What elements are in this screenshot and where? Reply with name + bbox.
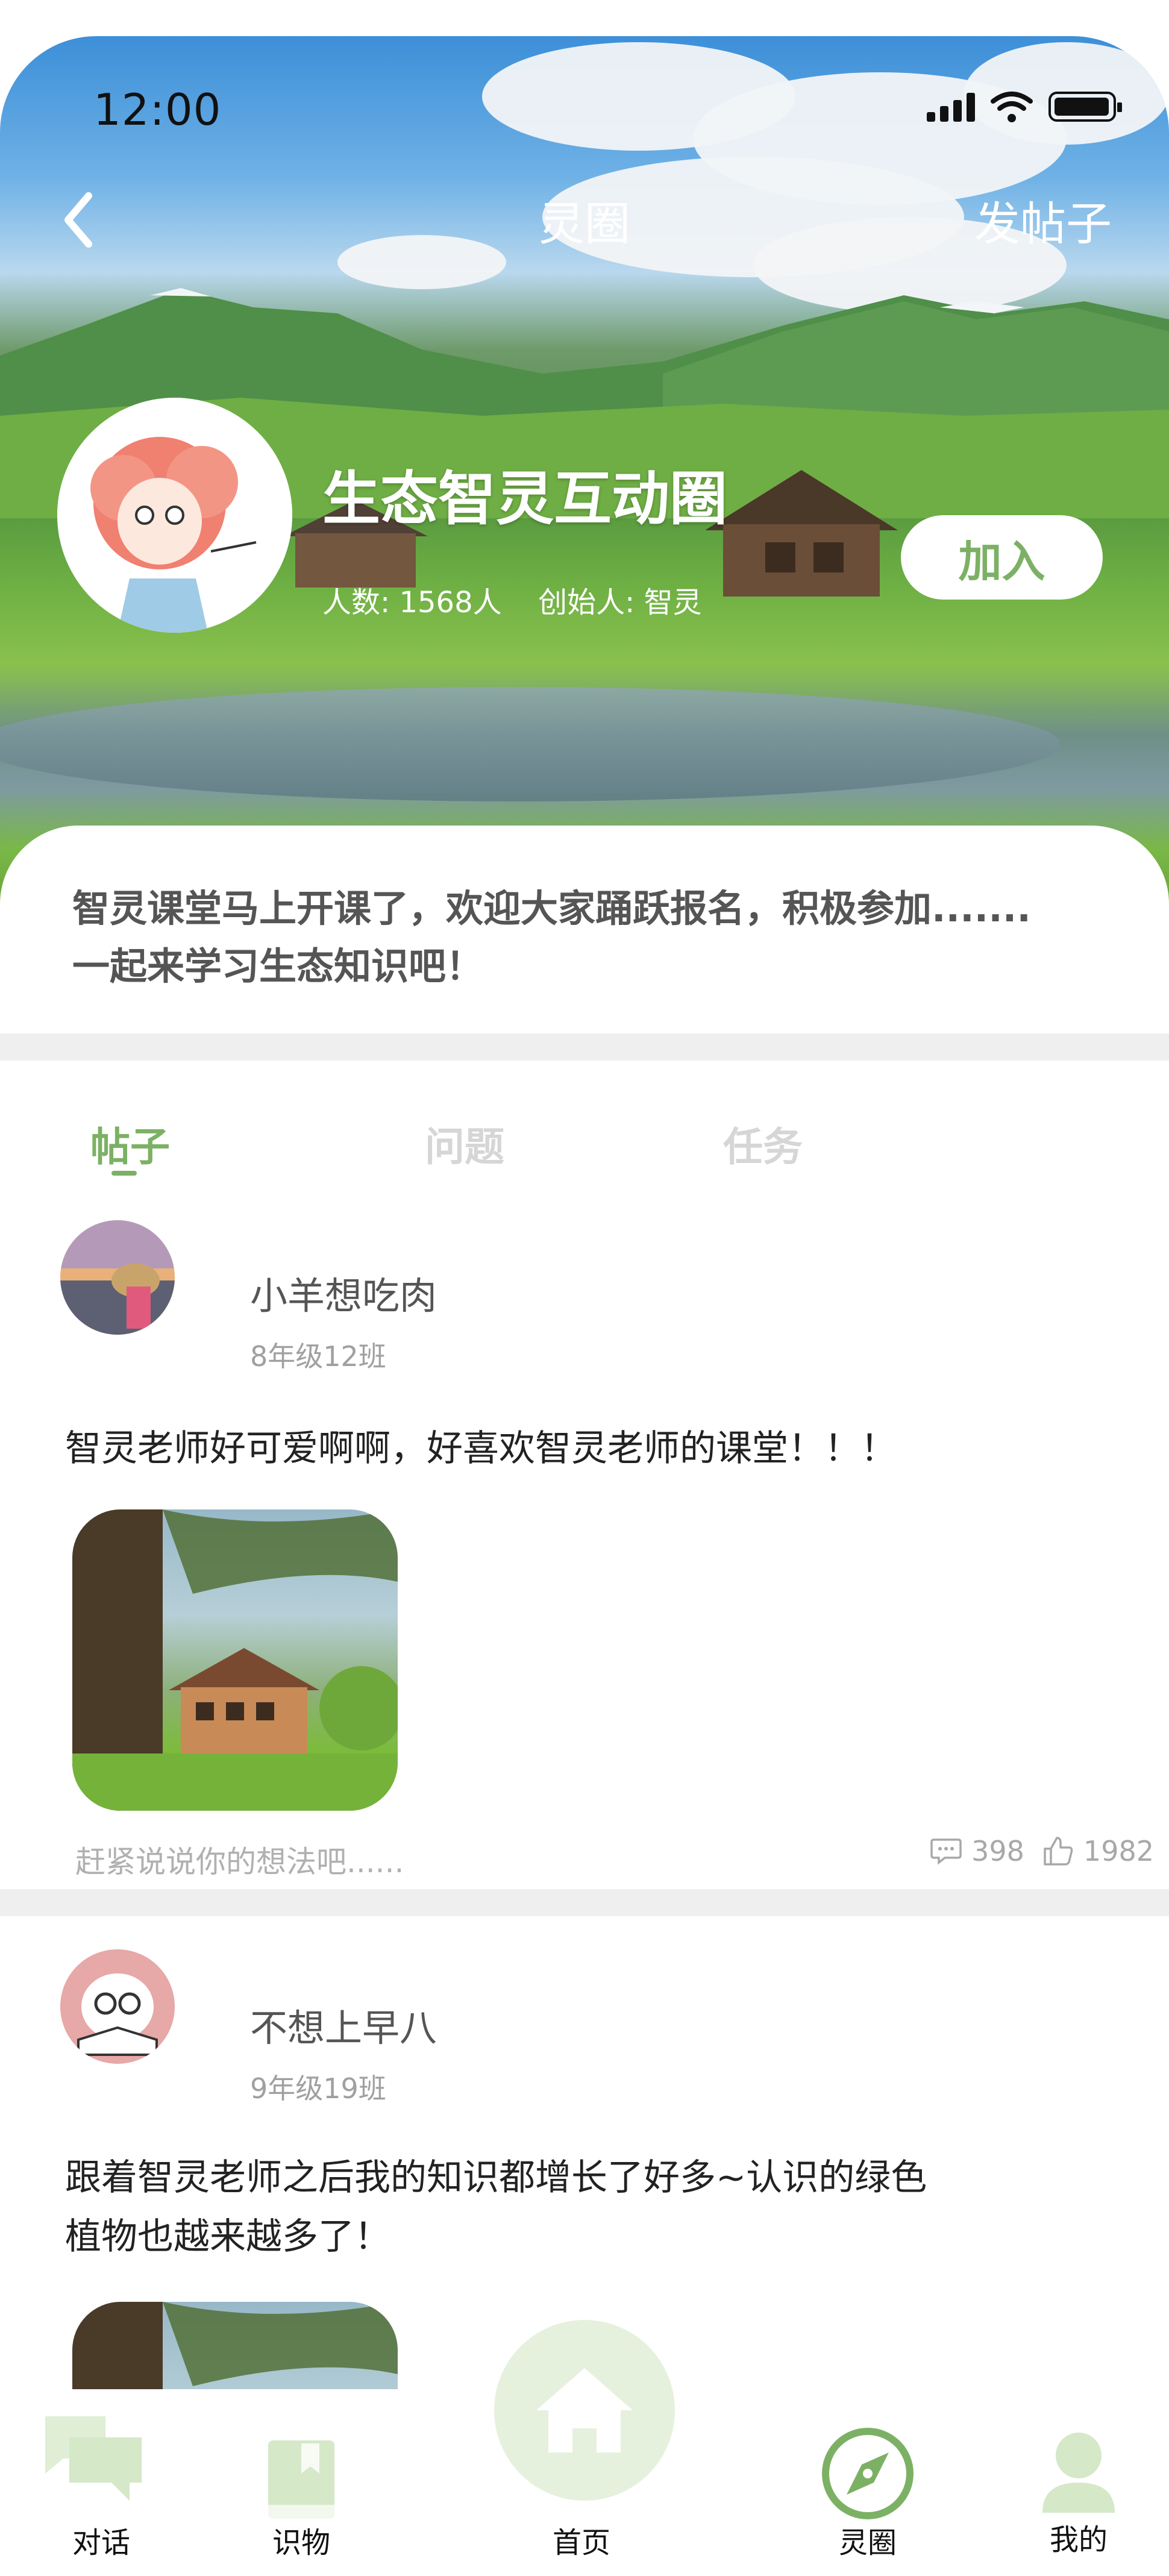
like-count: 1982: [1083, 1835, 1154, 1867]
signal-icon: [927, 92, 975, 122]
post-author: 不想上早八: [250, 2006, 437, 2050]
home-button[interactable]: [494, 2320, 675, 2501]
creator-label: 创始人:: [538, 586, 635, 619]
post-image[interactable]: [72, 1509, 398, 1811]
announcement-text: 智灵课堂马上开课了，欢迎大家踊跃报名，积极参加....... 一起来学习生态知识…: [72, 880, 1109, 995]
reading-bunny-avatar-icon: [60, 1949, 175, 2064]
post-divider: [0, 1889, 1169, 1916]
nav-label-circle[interactable]: 灵圈: [807, 2519, 928, 2561]
avatar[interactable]: [60, 1949, 175, 2064]
tab-questions[interactable]: 问题: [425, 1115, 504, 1173]
post-author: 小羊想吃肉: [250, 1274, 437, 1318]
book-icon[interactable]: [265, 2437, 337, 2522]
comment-count: 398: [971, 1835, 1024, 1867]
home-icon: [536, 2368, 633, 2452]
wifi-icon: [991, 92, 1033, 122]
comment-icon[interactable]: [930, 1837, 962, 1865]
comment-input[interactable]: 赶紧说说你的想法吧......: [75, 1838, 404, 1881]
tab-tasks[interactable]: 任务: [723, 1115, 803, 1173]
active-tab-indicator: [111, 1171, 137, 1176]
thumbs-up-icon[interactable]: [1042, 1835, 1074, 1867]
section-divider: [0, 1033, 1169, 1061]
status-icons: [927, 90, 1122, 123]
creator-name: 智灵: [644, 586, 702, 619]
chat-icon[interactable]: [39, 2410, 148, 2507]
tab-posts[interactable]: 帖子: [90, 1115, 170, 1173]
user-icon[interactable]: [1039, 2428, 1118, 2513]
post-text-line: 跟着智灵老师之后我的知识都增长了好多~认识的绿色: [65, 2157, 927, 2199]
nav-label-chat[interactable]: 对话: [41, 2519, 161, 2561]
status-time: 12:00: [93, 84, 222, 135]
post-stats: 398 1982: [930, 1835, 1154, 1867]
member-count: 1568人: [399, 586, 502, 619]
avatar[interactable]: [60, 1220, 175, 1335]
cartoon-girl-icon: [57, 398, 292, 633]
chalet-photo: [72, 1509, 398, 1811]
nav-label-me[interactable]: 我的: [1018, 2516, 1139, 2558]
circle-name: 生态智灵互动圈: [322, 465, 727, 533]
nav-label-home[interactable]: 首页: [521, 2519, 642, 2561]
circle-banner: 12:00 灵圈 发帖子 生态智灵互动圈 人数: 1568人 创始人: 智灵 加…: [0, 36, 1169, 910]
post-author-class: 8年级12班: [250, 1340, 386, 1373]
battery-icon: [1048, 92, 1122, 122]
circle-avatar: [57, 398, 292, 633]
post-text-line: 智灵老师好可爱啊啊，好喜欢智灵老师的课堂！！！: [65, 1427, 897, 1470]
member-label: 人数:: [322, 586, 390, 619]
circle-meta: 人数: 1568人 创始人: 智灵: [322, 578, 702, 621]
app-screen: 12:00 灵圈 发帖子 生态智灵互动圈 人数: 1568人 创始人: 智灵 加…: [0, 36, 1169, 2576]
announcement-line-1: 智灵课堂马上开课了，欢迎大家踊跃报名，积极参加.......: [72, 886, 1031, 930]
compass-icon[interactable]: [820, 2425, 916, 2522]
girl-with-hat-avatar-icon: [60, 1220, 175, 1335]
post-author-class: 9年级19班: [250, 2072, 386, 2105]
post-text: 跟着智灵老师之后我的知识都增长了好多~认识的绿色 植物也越来越多了！: [65, 2148, 1089, 2266]
new-post-button[interactable]: 发帖子: [974, 187, 1112, 253]
post-text: 智灵老师好可爱啊啊，好喜欢智灵老师的课堂！！！: [65, 1419, 1089, 1478]
nav-label-identify[interactable]: 识物: [241, 2519, 362, 2561]
post-text-line: 植物也越来越多了！: [65, 2216, 390, 2258]
announcement-line-2: 一起来学习生态知识吧！: [72, 944, 484, 988]
join-button[interactable]: 加入: [901, 515, 1103, 600]
